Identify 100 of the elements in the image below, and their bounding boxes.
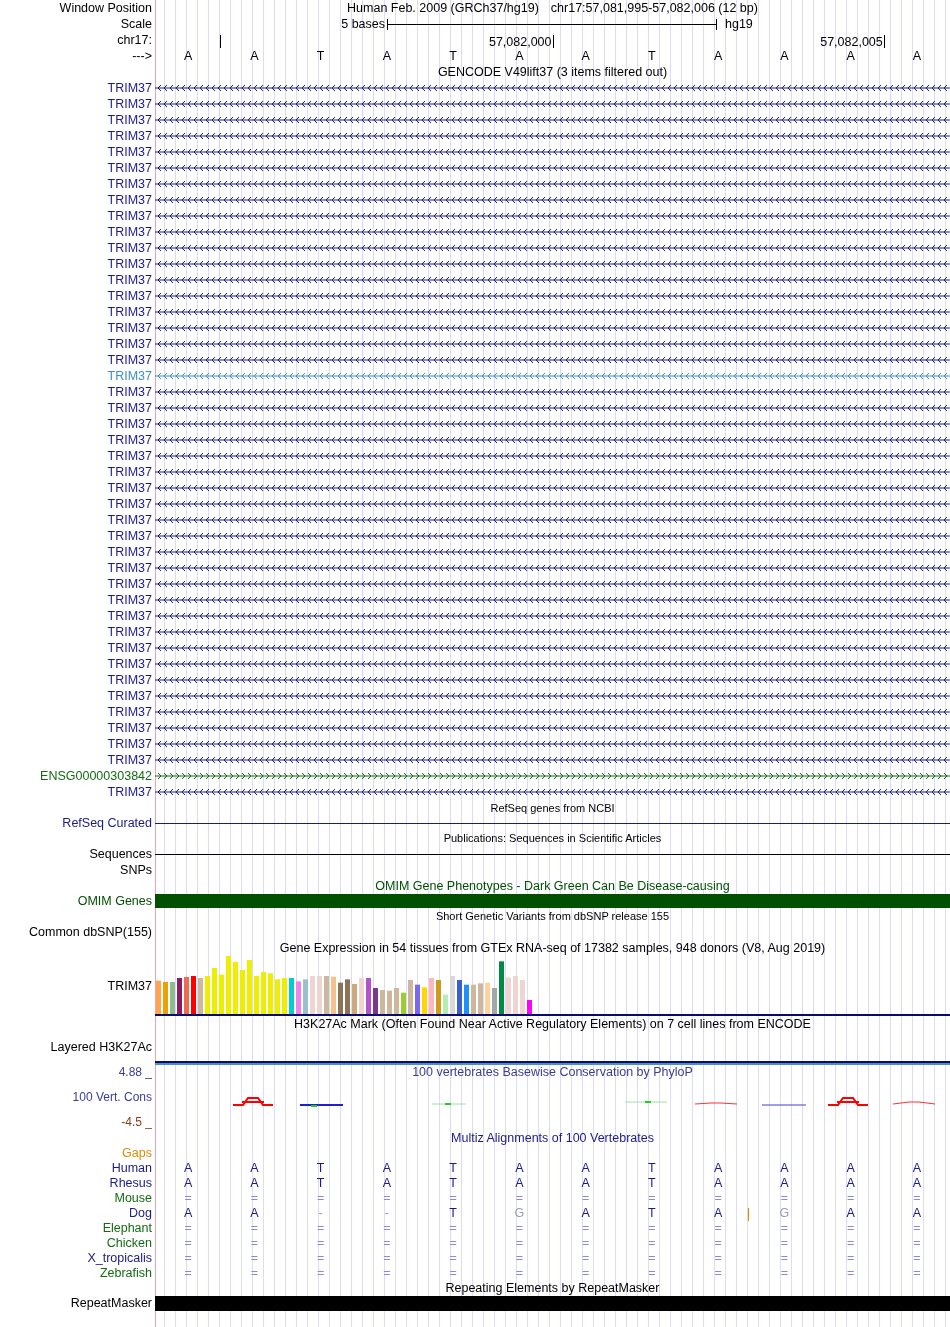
alignment-base: =	[846, 1191, 855, 1205]
alignment-base: =	[383, 1236, 391, 1250]
species-label: Chicken	[105, 1236, 153, 1251]
alignment-base: =	[714, 1251, 722, 1265]
expression-bar[interactable]	[345, 979, 350, 1014]
species-label: Zebrafish	[98, 1266, 153, 1281]
gene-name-link[interactable]: TRIM37	[107, 753, 152, 767]
alignment-base: =	[846, 1251, 855, 1265]
alignment-base: =	[913, 1266, 921, 1280]
alignment-base: T	[648, 1161, 656, 1175]
gene-name-link[interactable]: TRIM37	[107, 481, 152, 495]
alignment-base: -	[384, 1206, 389, 1220]
alignment-base: A	[183, 1206, 193, 1220]
base-letter: T	[316, 48, 325, 64]
gene-name-link[interactable]: TRIM37	[107, 145, 152, 159]
gene-name-link[interactable]: TRIM37	[107, 385, 152, 399]
axis-max-label: 4.88 _	[117, 1065, 152, 1079]
gene-name-link[interactable]: TRIM37	[107, 353, 152, 367]
alignment-base: =	[648, 1266, 656, 1280]
genome-label: hg19	[724, 16, 754, 32]
gene-name-link[interactable]: ENSG00000303842	[40, 769, 152, 783]
gene-name-link[interactable]: TRIM37	[107, 417, 152, 431]
alignment-base: A	[581, 1206, 590, 1220]
expression-bar[interactable]	[401, 992, 406, 1014]
expression-bar[interactable]	[464, 984, 469, 1014]
gene-name-link[interactable]: TRIM37	[107, 289, 152, 303]
gene-name-link[interactable]: TRIM37	[107, 577, 152, 591]
gene-phenotype-bar[interactable]	[155, 894, 950, 908]
expression-bar[interactable]	[387, 990, 392, 1014]
gene-name-link[interactable]: TRIM37	[107, 657, 152, 671]
repeat-element-bar[interactable]	[155, 1296, 950, 1311]
gene-name-link[interactable]: TRIM37	[107, 625, 152, 639]
alignment-base: A	[581, 1161, 590, 1175]
gene-name-link[interactable]: TRIM37	[107, 209, 152, 223]
gene-name-link[interactable]: TRIM37	[107, 225, 152, 239]
alignment-base: =	[184, 1221, 192, 1235]
expression-bar[interactable]	[338, 982, 343, 1014]
gene-name-link[interactable]: TRIM37	[107, 561, 152, 575]
gene-name-link[interactable]: TRIM37	[107, 321, 152, 335]
gene-name-link[interactable]: TRIM37	[107, 273, 152, 287]
track-title: OMIM Gene Phenotypes - Dark Green Can Be Disease-causing	[375, 879, 730, 893]
expression-bar[interactable]	[485, 982, 490, 1014]
expression-bar[interactable]	[478, 983, 483, 1014]
alignment-base: =	[449, 1251, 457, 1265]
track-label: Scale	[119, 16, 153, 32]
gene-name-link[interactable]: TRIM37	[107, 129, 152, 143]
track-label: --->	[131, 48, 153, 64]
gene-name-link[interactable]: TRIM37	[107, 241, 152, 255]
track-label: 100 Vert. Cons	[71, 1090, 152, 1104]
alignment-base: A	[713, 1161, 723, 1175]
alignment-base: =	[780, 1236, 789, 1250]
gene-name-link[interactable]: TRIM37	[107, 513, 152, 527]
gene-name-link[interactable]: TRIM37	[107, 337, 152, 351]
gene-name-link[interactable]: TRIM37	[107, 545, 152, 559]
gene-name-link[interactable]: TRIM37	[107, 609, 152, 623]
track-title: Publications: Sequences in Scientific Articles	[443, 832, 662, 844]
gene-name-link[interactable]: TRIM37	[107, 113, 152, 127]
gene-name-link[interactable]: TRIM37	[107, 449, 152, 463]
gene-name-link[interactable]: TRIM37	[107, 81, 152, 95]
gene-name-link[interactable]: TRIM37	[107, 465, 152, 479]
expression-bar[interactable]	[471, 984, 476, 1014]
alignment-base: A	[713, 1176, 723, 1190]
track-title: Repeating Elements by RepeatMasker	[445, 1281, 660, 1295]
expression-bar[interactable]	[331, 976, 336, 1014]
gene-name-link[interactable]: TRIM37	[107, 705, 152, 719]
gene-name-link[interactable]: TRIM37	[107, 737, 152, 751]
gene-name-link[interactable]: TRIM37	[107, 785, 152, 799]
alignment-base: T	[449, 1206, 457, 1220]
gene-name-link[interactable]: TRIM37	[107, 673, 152, 687]
gene-name-link[interactable]: TRIM37	[107, 497, 152, 511]
alignment-base: =	[648, 1191, 656, 1205]
base-letter: T	[449, 48, 457, 64]
gene-name-link[interactable]: TRIM37	[107, 161, 152, 175]
species-label: Rhesus	[108, 1176, 153, 1191]
gene-name-link[interactable]: TRIM37	[107, 641, 152, 655]
alignment-base: T	[449, 1176, 457, 1190]
expression-bar[interactable]	[296, 981, 301, 1014]
expression-bar[interactable]	[303, 979, 308, 1014]
gene-name-link[interactable]: TRIM37	[107, 305, 152, 319]
base-letter: A	[846, 48, 855, 64]
gene-name-link[interactable]: TRIM37	[107, 97, 152, 111]
alignment-base: =	[250, 1221, 259, 1235]
expression-bar[interactable]	[156, 980, 161, 1014]
alignment-base: =	[449, 1266, 457, 1280]
gene-name-link[interactable]: TRIM37	[107, 369, 152, 383]
alignment-base: =	[316, 1191, 325, 1205]
axis-min-label: -4.5 _	[120, 1115, 152, 1129]
expression-bar[interactable]	[415, 984, 420, 1014]
gene-name-link[interactable]: TRIM37	[107, 257, 152, 271]
gene-name-link[interactable]: TRIM37	[107, 193, 152, 207]
gene-name-link[interactable]: TRIM37	[107, 593, 152, 607]
gene-name-link[interactable]: TRIM37	[107, 689, 152, 703]
gene-name-link[interactable]: TRIM37	[107, 433, 152, 447]
expression-bar[interactable]	[443, 994, 448, 1014]
scale-text: 5 bases	[340, 16, 386, 32]
gene-name-link[interactable]: TRIM37	[107, 401, 152, 415]
gene-name-link[interactable]: TRIM37	[107, 529, 152, 543]
gene-name-link[interactable]: TRIM37	[107, 177, 152, 191]
gene-name-link[interactable]: TRIM37	[107, 721, 152, 735]
base-letter: A	[515, 48, 524, 64]
